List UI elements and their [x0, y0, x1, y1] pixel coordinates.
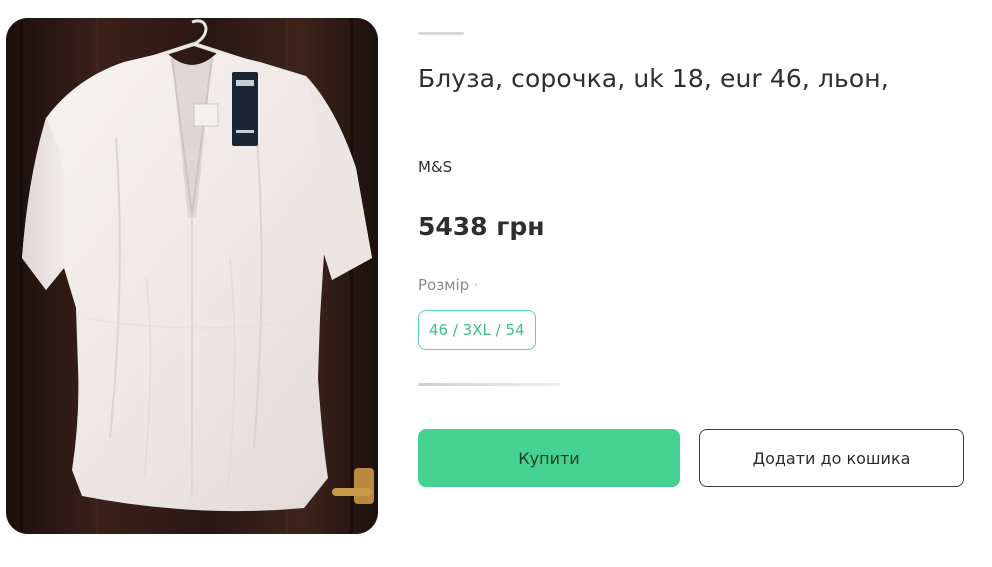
- info-dot-icon: ·: [473, 276, 478, 294]
- blouse-image: [6, 18, 378, 534]
- product-photo[interactable]: [6, 18, 378, 534]
- product-page: Блуза, сорочка, uk 18, eur 46, льон, M&S…: [0, 0, 992, 567]
- product-info: Блуза, сорочка, uk 18, eur 46, льон, M&S…: [418, 0, 978, 567]
- faded-text-line: [418, 383, 560, 386]
- size-label-text: Розмір: [418, 276, 470, 294]
- add-to-cart-button[interactable]: Додати до кошика: [699, 429, 964, 487]
- product-price: 5438 грн: [418, 212, 545, 241]
- size-label: Розмір ·: [418, 276, 478, 294]
- faded-breadcrumb: [418, 32, 464, 35]
- buy-button[interactable]: Купити: [418, 429, 680, 487]
- product-brand[interactable]: M&S: [418, 158, 452, 176]
- product-title: Блуза, сорочка, uk 18, eur 46, льон,: [418, 64, 889, 93]
- size-chip[interactable]: 46 / 3XL / 54: [418, 310, 536, 350]
